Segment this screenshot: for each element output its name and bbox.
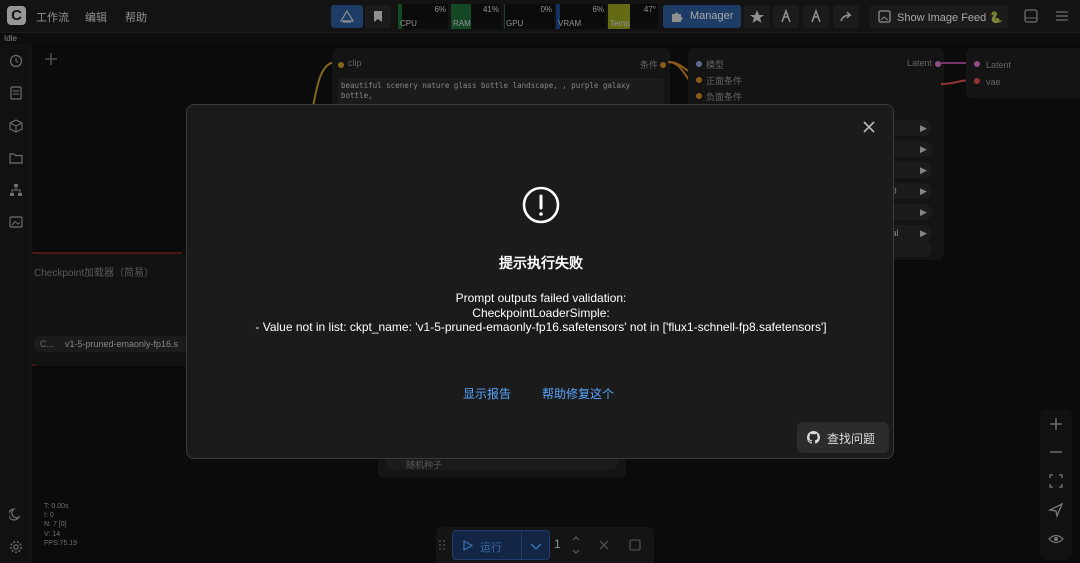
help-fix-link[interactable]: 帮助修复这个 bbox=[542, 385, 614, 402]
dialog-title: 提示执行失败 bbox=[499, 255, 583, 271]
error-dialog: 提示执行失败 Prompt outputs failed validation:… bbox=[186, 104, 894, 459]
error-message: Prompt outputs failed validation: Checkp… bbox=[255, 291, 827, 334]
show-report-link[interactable]: 显示报告 bbox=[463, 385, 511, 402]
find-issues-button[interactable]: 查找问题 bbox=[797, 422, 889, 453]
close-icon[interactable] bbox=[861, 119, 877, 135]
exclamation-circle-icon bbox=[522, 186, 560, 224]
github-icon bbox=[807, 431, 820, 444]
